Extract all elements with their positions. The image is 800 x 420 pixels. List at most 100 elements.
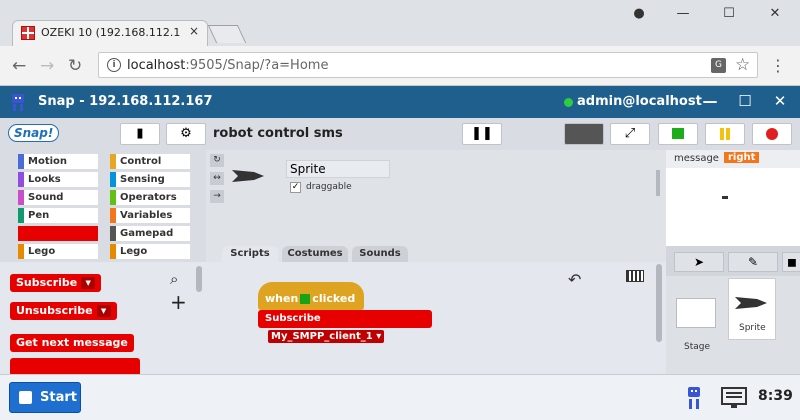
stage-label: Stage	[684, 342, 711, 352]
stage-watcher-bar: message right	[666, 150, 800, 168]
green-flag-icon	[300, 294, 311, 304]
rotate-flip-icon[interactable]: ↔	[210, 172, 224, 185]
category-selected[interactable]	[18, 226, 98, 241]
green-flag-button[interactable]	[658, 123, 698, 145]
category-sensing[interactable]: Sensing	[110, 172, 190, 187]
stop-button[interactable]	[752, 123, 792, 145]
category-looks[interactable]: Looks	[18, 172, 98, 187]
category-lego[interactable]: Lego	[18, 244, 98, 259]
category-label: Lego	[28, 246, 56, 257]
category-sound[interactable]: Sound	[18, 190, 98, 205]
search-icon[interactable]: ⌕	[170, 270, 178, 288]
translate-icon[interactable]: G	[711, 58, 726, 73]
when-flag-clicked-block[interactable]: when clicked	[258, 282, 364, 310]
category-motion[interactable]: Motion	[18, 154, 98, 169]
bookmark-star-icon[interactable]: ☆	[735, 55, 750, 75]
back-arrow-icon[interactable]: ←	[12, 56, 26, 76]
sprite-card[interactable]: Sprite	[728, 278, 776, 340]
profile-icon[interactable]: ●	[628, 6, 650, 24]
url-text: localhost:9505/Snap/?a=Home	[127, 58, 328, 73]
draggable-checkbox[interactable]: ✓	[290, 182, 301, 193]
forward-arrow-icon[interactable]: →	[40, 56, 54, 76]
snap-window-title: Snap - 192.168.112.167	[38, 94, 213, 109]
window-maximize-button[interactable]: ☐	[718, 6, 740, 24]
block-label: Get next message	[16, 336, 128, 349]
category-gamepad[interactable]: Gamepad	[110, 226, 190, 241]
add-block-icon[interactable]: +	[170, 290, 187, 314]
desktop-tray-icon[interactable]	[720, 386, 748, 410]
snap-logo-button[interactable]: Snap!	[8, 124, 60, 142]
category-label: Gamepad	[120, 228, 174, 239]
url-input[interactable]: i localhost:9505/Snap/?a=Home G ☆	[98, 52, 758, 78]
pause-button[interactable]	[705, 123, 745, 145]
robot-tray-icon[interactable]	[682, 385, 706, 411]
dropdown-arrow-icon[interactable]: ▼	[81, 277, 96, 289]
snap-close-button[interactable]: ✕	[770, 92, 790, 112]
unsubscribe-block[interactable]: Unsubscribe ▼	[10, 302, 117, 320]
get-next-message-block[interactable]: Get next message	[10, 334, 134, 352]
sprite-costume-icon	[735, 297, 767, 309]
stage-thumbnail[interactable]	[676, 298, 716, 328]
ozeki-favicon-icon	[21, 26, 35, 40]
clock: 8:39	[758, 388, 793, 404]
start-icon	[19, 391, 32, 404]
reload-icon[interactable]: ↻	[68, 56, 82, 76]
subscribe-block[interactable]: Subscribe ▼	[10, 274, 102, 292]
block-label: Subscribe	[16, 276, 78, 289]
snap-title-bar: Snap - 192.168.112.167 admin@localhost —…	[0, 86, 800, 118]
settings-gear-icon[interactable]: ⚙	[166, 123, 206, 145]
sprite-info-scrollbar[interactable]	[656, 170, 660, 196]
file-icon[interactable]: ▮	[120, 123, 160, 145]
project-name: robot control sms	[213, 126, 343, 141]
start-button[interactable]: Start	[9, 382, 81, 413]
turtle-sprite-icon[interactable]: ➤	[674, 252, 724, 272]
footprints-icon[interactable]: ❚❚	[462, 123, 502, 145]
sprite-name-input[interactable]: Sprite	[286, 160, 390, 178]
stage-size-icon[interactable]	[564, 123, 604, 145]
scripts-scrollbar[interactable]	[656, 264, 662, 342]
category-label: Pen	[28, 210, 50, 221]
client-dropdown[interactable]: My_SMPP_client_1 ▾	[268, 329, 385, 343]
category-selector: Motion Control Looks Sensing Sound Opera…	[0, 150, 206, 272]
window-close-button[interactable]: ✕	[764, 6, 786, 24]
category-operators[interactable]: Operators	[110, 190, 190, 205]
corral-toolbar: ➤ ✎ ◼	[666, 246, 800, 276]
sprite-corral: Stage Sprite	[666, 276, 800, 374]
browser-tab-bar: OZEKI 10 (192.168.112.16 × ● — ☐ ✕	[0, 0, 800, 46]
taskbar: Start 8:39	[0, 374, 800, 420]
keyboard-icon[interactable]	[626, 270, 644, 282]
block-label: Unsubscribe	[16, 304, 93, 317]
fullscreen-icon[interactable]: ⤢	[610, 123, 650, 145]
scripts-area[interactable]: when clicked SubscribeMy_SMPP_client_1 ▾ …	[206, 262, 666, 374]
browser-menu-icon[interactable]: ⋮	[770, 56, 786, 75]
snap-minimize-button[interactable]: —	[700, 92, 720, 112]
snap-toolbar: Snap! ▮ ⚙ robot control sms ❚❚ ⤢	[0, 118, 800, 150]
paint-brush-icon[interactable]: ✎	[728, 252, 778, 272]
dropdown-arrow-icon[interactable]: ▼	[96, 305, 111, 317]
rotate-none-icon[interactable]: →	[210, 190, 224, 203]
block-palette: Subscribe ▼ Unsubscribe ▼ Get next message…	[0, 262, 206, 374]
snap-robot-logo-icon	[12, 94, 24, 111]
palette-scrollbar[interactable]	[196, 266, 202, 292]
info-icon[interactable]: i	[107, 58, 121, 72]
draggable-label: draggable	[306, 182, 352, 192]
rotate-any-icon[interactable]: ↻	[210, 154, 224, 167]
category-pen[interactable]: Pen	[18, 208, 98, 223]
undo-icon[interactable]: ↶	[568, 270, 581, 289]
camera-icon[interactable]: ◼	[782, 252, 800, 272]
window-minimize-button[interactable]: —	[672, 6, 694, 24]
snap-maximize-button[interactable]: ☐	[735, 92, 755, 112]
client-dropdown-value: My_SMPP_client_1	[271, 330, 373, 342]
tab-close-icon[interactable]: ×	[189, 24, 199, 38]
partial-reporter-block[interactable]	[10, 358, 140, 374]
category-control[interactable]: Control	[110, 154, 190, 169]
category-label: Motion	[28, 156, 68, 167]
browser-tab[interactable]: OZEKI 10 (192.168.112.16 ×	[12, 20, 208, 46]
command-label: Subscribe	[265, 313, 321, 324]
subscribe-command-block[interactable]: Subscribe My_SMPP_client_1 ▾	[258, 310, 432, 343]
category-lego-motors[interactable]: Lego motors	[110, 244, 190, 272]
stage-sprite[interactable]	[722, 196, 728, 199]
category-variables[interactable]: Variables	[110, 208, 190, 223]
user-label[interactable]: admin@localhost	[577, 94, 702, 109]
new-tab-button[interactable]	[207, 25, 247, 43]
